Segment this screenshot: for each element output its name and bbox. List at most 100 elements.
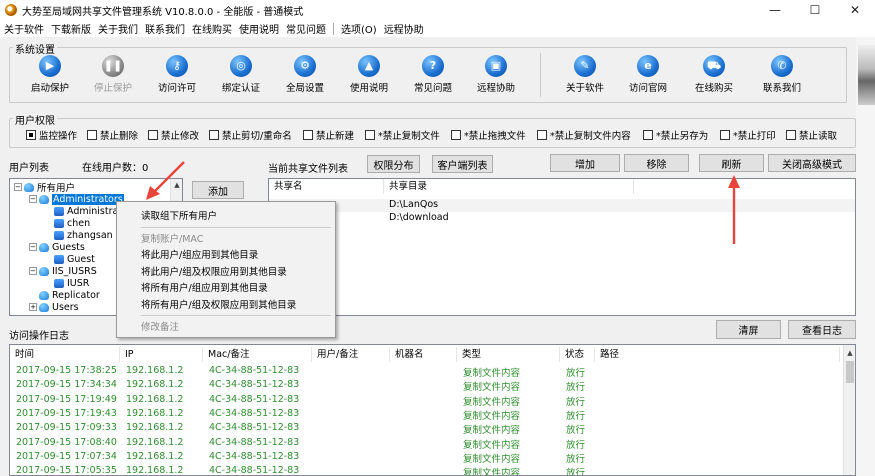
toolbar-button-11[interactable]: ✆ 联系我们 (752, 55, 812, 97)
menu-download[interactable]: 下载新版 (51, 21, 91, 36)
column-share-path[interactable]: 共享目录 (384, 179, 634, 194)
menu-contact[interactable]: 联系我们 (145, 21, 185, 36)
checkbox-box[interactable] (303, 130, 313, 140)
share-list[interactable]: 共享名 共享目录 D:\LanQos D:\download (268, 178, 856, 316)
tree-expander-icon[interactable]: − (29, 195, 37, 203)
toolbar-button-6[interactable]: ? 常见问题 (403, 55, 463, 97)
log-scrollbar[interactable]: ▲ (843, 345, 855, 475)
tree-node-group[interactable]: Replicator (29, 289, 100, 301)
tree-node-group[interactable]: − 所有用户 (14, 181, 75, 194)
tree-node-group[interactable]: − Administrators (29, 193, 124, 205)
context-menu-item[interactable]: 将所有用户/组应用到其他目录 (141, 280, 268, 294)
context-menu-item[interactable]: 将此用户/组应用到其他目录 (141, 247, 258, 261)
context-menu-item[interactable]: 将此用户/组及权限应用到其他目录 (141, 264, 287, 278)
permission-checkbox-8[interactable]: *禁止另存为 (643, 128, 708, 142)
toolbar-button-8[interactable]: ✎ 关于软件 (555, 55, 615, 97)
checkbox-box[interactable] (148, 130, 158, 140)
log-column-header[interactable]: 机器名 (390, 347, 457, 362)
log-row[interactable]: 2017-09-15 17:34:34 192.168.1.2 4C-34-88-5… (10, 379, 840, 393)
permission-checkbox-3[interactable]: 禁止剪切/重命名 (209, 128, 292, 142)
menu-manual[interactable]: 使用说明 (239, 21, 279, 36)
maximize-button[interactable]: ☐ (795, 0, 835, 20)
log-row[interactable]: 2017-09-15 17:07:34 192.168.1.2 4C-34-88-5… (10, 451, 840, 465)
log-column-header[interactable]: Mac/备注 (203, 347, 312, 362)
toolbar-button-2[interactable]: ⚷ 访问许可 (147, 55, 207, 97)
clear-screen-button[interactable]: 清屏 (716, 320, 781, 339)
context-menu-item[interactable]: 将所有用户/组及权限应用到其他目录 (141, 297, 296, 311)
log-row[interactable]: 2017-09-15 17:38:25 192.168.1.2 4C-34-88-5… (10, 365, 840, 379)
toolbar-button-4[interactable]: ⚙ 全局设置 (275, 55, 335, 97)
menu-faq[interactable]: 常见问题 (286, 21, 326, 36)
tree-node-user[interactable]: zhangsan (44, 229, 113, 241)
context-menu-item[interactable]: 读取组下所有用户 (141, 208, 217, 222)
column-share-name[interactable]: 共享名 (269, 179, 384, 194)
menu-remote[interactable]: 远程协助 (384, 21, 424, 36)
permission-checkbox-5[interactable]: *禁止复制文件 (365, 128, 440, 142)
log-row[interactable]: 2017-09-15 17:05:35 192.168.1.2 4C-34-88-5… (10, 465, 840, 475)
permission-checkbox-9[interactable]: *禁止打印 (720, 128, 776, 142)
log-column-header[interactable]: 类型 (457, 347, 560, 362)
permission-checkbox-2[interactable]: 禁止修改 (148, 128, 199, 142)
log-column-header[interactable]: 时间 (10, 347, 120, 362)
toolbar-button-3[interactable]: ◎ 绑定认证 (211, 55, 271, 97)
log-column-header[interactable]: 用户/备注 (312, 347, 390, 362)
toolbar-button-9[interactable]: e 访问官网 (618, 55, 678, 97)
tree-expander-icon[interactable]: + (29, 303, 37, 311)
log-column-header[interactable]: 路径 (595, 347, 840, 362)
access-log-list[interactable]: 时间 IP Mac/备注 用户/备注 机器名 类型 状态 路径 2017-09-15 17:3… (9, 344, 856, 476)
share-row[interactable]: D:\download (269, 212, 855, 225)
permission-checkbox-1[interactable]: 禁止删除 (87, 128, 138, 142)
tree-node-user[interactable]: Guest (44, 253, 95, 265)
checkbox-box[interactable] (537, 130, 547, 140)
checkbox-box[interactable] (451, 130, 461, 140)
tree-expander-icon[interactable]: − (14, 183, 22, 191)
log-column-header[interactable]: 状态 (560, 347, 595, 362)
tree-node-group[interactable]: − IIS_IUSRS (29, 265, 97, 277)
share-row[interactable]: D:\LanQos (269, 199, 855, 212)
tree-node-group[interactable]: − Guests (29, 241, 85, 253)
remove-share-button[interactable]: 移除 (624, 154, 689, 172)
tree-expander-icon[interactable]: − (29, 267, 37, 275)
log-row[interactable]: 2017-09-15 17:19:43 192.168.1.2 4C-34-88-5… (10, 408, 840, 422)
toolbar-button-10[interactable]: ⛟ 在线购买 (684, 55, 744, 97)
log-row[interactable]: 2017-09-15 17:08:40 192.168.1.2 4C-34-88-5… (10, 437, 840, 451)
permission-checkbox-7[interactable]: *禁止复制文件内容 (537, 128, 631, 142)
menu-buy[interactable]: 在线购买 (192, 21, 232, 36)
permission-checkbox-6[interactable]: *禁止拖拽文件 (451, 128, 526, 142)
log-row[interactable]: 2017-09-15 17:19:49 192.168.1.2 4C-34-88-5… (10, 394, 840, 408)
toolbar-button-5[interactable]: ▲ 使用说明 (339, 55, 399, 97)
permission-checkbox-0[interactable]: 监控操作 (26, 128, 77, 142)
menu-about-software[interactable]: 关于软件 (4, 21, 44, 36)
add-share-button[interactable]: 增加 (550, 154, 620, 172)
add-user-button[interactable]: 添加 (192, 181, 244, 199)
permission-distribution-button[interactable]: 权限分布 (367, 155, 420, 173)
log-scroll-up-icon[interactable]: ▲ (844, 347, 855, 359)
checkbox-box[interactable] (365, 130, 375, 140)
log-row[interactable]: 2017-09-15 17:09:33 192.168.1.2 4C-34-88-5… (10, 422, 840, 436)
permission-checkbox-4[interactable]: 禁止新建 (303, 128, 354, 142)
checkbox-box[interactable] (720, 130, 730, 140)
tree-node-group[interactable]: + Users (29, 301, 79, 313)
menu-options[interactable]: 选项(O) (341, 21, 377, 36)
checkbox-box[interactable] (87, 130, 97, 140)
toolbar-button-0[interactable]: ▶ 启动保护 (20, 55, 80, 97)
log-column-header[interactable]: IP (120, 347, 203, 362)
checkbox-box[interactable] (209, 130, 219, 140)
close-advanced-mode-button[interactable]: 关闭高级模式 (768, 154, 856, 172)
log-scroll-thumb[interactable] (846, 361, 854, 383)
tree-node-user[interactable]: chen (44, 217, 90, 229)
view-log-button[interactable]: 查看日志 (788, 320, 856, 339)
checkbox-box[interactable] (643, 130, 653, 140)
checkbox-box[interactable] (786, 130, 796, 140)
tree-expander-icon[interactable]: − (29, 243, 37, 251)
tree-node-user[interactable]: IUSR (44, 277, 89, 289)
checkbox-box[interactable] (26, 130, 36, 140)
client-list-button[interactable]: 客户端列表 (432, 155, 493, 173)
permission-checkbox-10[interactable]: 禁止读取 (786, 128, 837, 142)
toolbar-button-1[interactable]: ❚❚ 停止保护 (83, 55, 143, 97)
menu-about-us[interactable]: 关于我们 (98, 21, 138, 36)
close-button[interactable]: ✕ (835, 0, 875, 20)
refresh-button[interactable]: 刷新 (699, 154, 764, 172)
toolbar-button-7[interactable]: ▣ 远程协助 (466, 55, 526, 97)
minimize-button[interactable]: — (755, 0, 795, 20)
